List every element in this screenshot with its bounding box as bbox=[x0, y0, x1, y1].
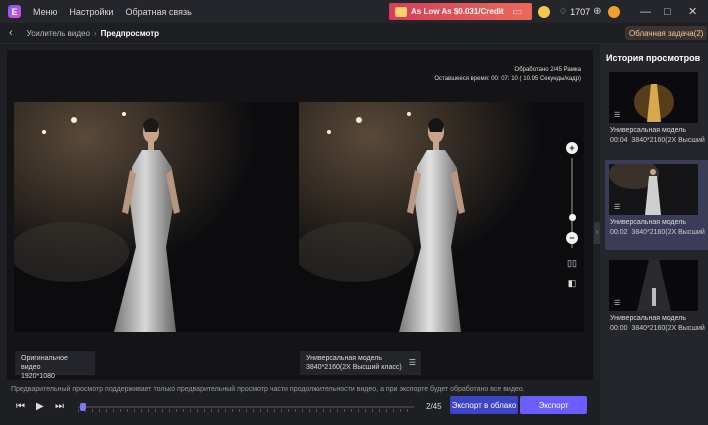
history-item-meta: 00:00 3840*2160(2X Высший bbox=[610, 325, 705, 332]
compare-view-icon[interactable]: ◧ bbox=[564, 278, 580, 292]
model-label: Универсальная модель 3840*2160(2X Высший… bbox=[300, 351, 421, 375]
top-bar: E Меню Настройки Обратная связь bbox=[0, 0, 708, 23]
original-video-frame bbox=[14, 102, 299, 332]
preview-notice: Предварительный просмотр поддерживает то… bbox=[11, 386, 525, 393]
back-arrow-icon[interactable]: ‹ bbox=[9, 27, 13, 39]
cloud-task-button[interactable]: Облачная задача(2) bbox=[625, 26, 708, 40]
zoom-panel: + − ▯▯ ◧ bbox=[560, 136, 584, 296]
history-thumbnail: ☰ bbox=[609, 72, 698, 123]
close-icon[interactable]: ✕ bbox=[688, 0, 697, 23]
history-thumbnail: ☰ bbox=[609, 164, 698, 215]
credits-display[interactable]: ♢ 1707 ⊕ bbox=[559, 0, 602, 23]
frame-counter: 2/45 bbox=[426, 402, 442, 411]
original-title: Оригинальное видео bbox=[21, 355, 68, 371]
breadcrumb: ‹ Усилитель видео › Предпросмотр bbox=[0, 23, 708, 44]
diamond-icon: ♢ bbox=[559, 6, 568, 16]
menu-item-feedback[interactable]: Обратная связь bbox=[125, 7, 191, 17]
zoom-out-icon[interactable]: − bbox=[566, 232, 578, 244]
avatar-icon[interactable] bbox=[608, 0, 620, 23]
history-thumbnail: ☰ bbox=[609, 260, 698, 311]
history-item-name: Универсальная модель bbox=[610, 219, 686, 226]
remaining-time: Оставшееся время: 00: 07: 10 ( 10.95 Сек… bbox=[434, 76, 581, 82]
history-item[interactable]: ☰ Универсальная модель 00:00 3840*2160(2… bbox=[605, 256, 708, 346]
model-title: Универсальная модель bbox=[306, 355, 382, 362]
previous-frame-icon[interactable]: ⏮ bbox=[16, 401, 25, 412]
preview-stage: Обработано 2/45 Рамка Оставшееся время: … bbox=[7, 50, 593, 380]
settings-sliders-icon: ☰ bbox=[614, 300, 621, 307]
breadcrumb-parent[interactable]: Усилитель видео bbox=[27, 29, 90, 38]
history-item[interactable]: ☰ Универсальная модель 00:02 3840*2160(2… bbox=[605, 160, 708, 250]
add-credits-icon[interactable]: ⊕ bbox=[593, 6, 601, 17]
minimize-icon[interactable]: — bbox=[640, 0, 651, 23]
play-icon[interactable]: ▶ bbox=[36, 401, 44, 412]
export-button[interactable]: Экспорт bbox=[520, 396, 587, 414]
zoom-in-icon[interactable]: + bbox=[566, 142, 578, 154]
page-title: Предпросмотр bbox=[100, 28, 160, 38]
menu-item-settings[interactable]: Настройки bbox=[69, 7, 113, 17]
settings-sliders-icon: ☰ bbox=[614, 204, 621, 211]
coin-icon[interactable] bbox=[538, 0, 550, 23]
gift-icon bbox=[395, 6, 407, 17]
promo-text: As Low As $0.031/Credit bbox=[411, 7, 504, 16]
maximize-icon[interactable]: □ bbox=[664, 0, 671, 23]
history-item-meta: 00:04 3840*2160(2X Высший bbox=[610, 137, 705, 144]
history-item[interactable]: ☰ Универсальная модель 00:04 3840*2160(2… bbox=[605, 68, 708, 158]
zoom-slider-handle[interactable] bbox=[569, 214, 576, 221]
enhanced-video-frame bbox=[299, 102, 584, 332]
export-to-cloud-button[interactable]: Экспорт в облако bbox=[450, 396, 518, 414]
app-logo-icon: E bbox=[8, 5, 21, 18]
promo-banner[interactable]: As Low As $0.031/Credit bbox=[389, 3, 532, 20]
timeline-ticks bbox=[78, 409, 414, 412]
processed-frames: Обработано 2/45 Рамка bbox=[514, 67, 581, 73]
history-title: История просмотров bbox=[606, 53, 701, 63]
credits-count: 1707 bbox=[570, 6, 591, 17]
menu-item-menu[interactable]: Меню bbox=[33, 7, 57, 17]
next-frame-icon[interactable]: ⏭ bbox=[55, 401, 64, 412]
history-item-name: Универсальная модель bbox=[610, 315, 686, 322]
timeline[interactable] bbox=[78, 403, 414, 411]
settings-sliders-icon: ☰ bbox=[614, 112, 621, 119]
model-resolution: 3840*2160(2X Высший класс) bbox=[306, 364, 402, 371]
processing-info: Обработано 2/45 Рамка Оставшееся время: … bbox=[434, 66, 581, 84]
history-item-name: Универсальная модель bbox=[610, 127, 686, 134]
original-label: Оригинальное видео 1920*1080 bbox=[15, 351, 95, 380]
chat-icon[interactable]: ▭ bbox=[512, 0, 522, 23]
original-resolution: 1920*1080 bbox=[21, 373, 55, 380]
split-view-icon[interactable]: ▯▯ bbox=[564, 258, 580, 272]
settings-sliders-icon[interactable]: ☰ bbox=[409, 358, 416, 367]
history-item-meta: 00:02 3840*2160(2X Высший bbox=[610, 229, 705, 236]
chevron-right-icon: › bbox=[93, 28, 97, 38]
history-panel: История просмотров ☰ Универсальная модел… bbox=[600, 44, 708, 425]
